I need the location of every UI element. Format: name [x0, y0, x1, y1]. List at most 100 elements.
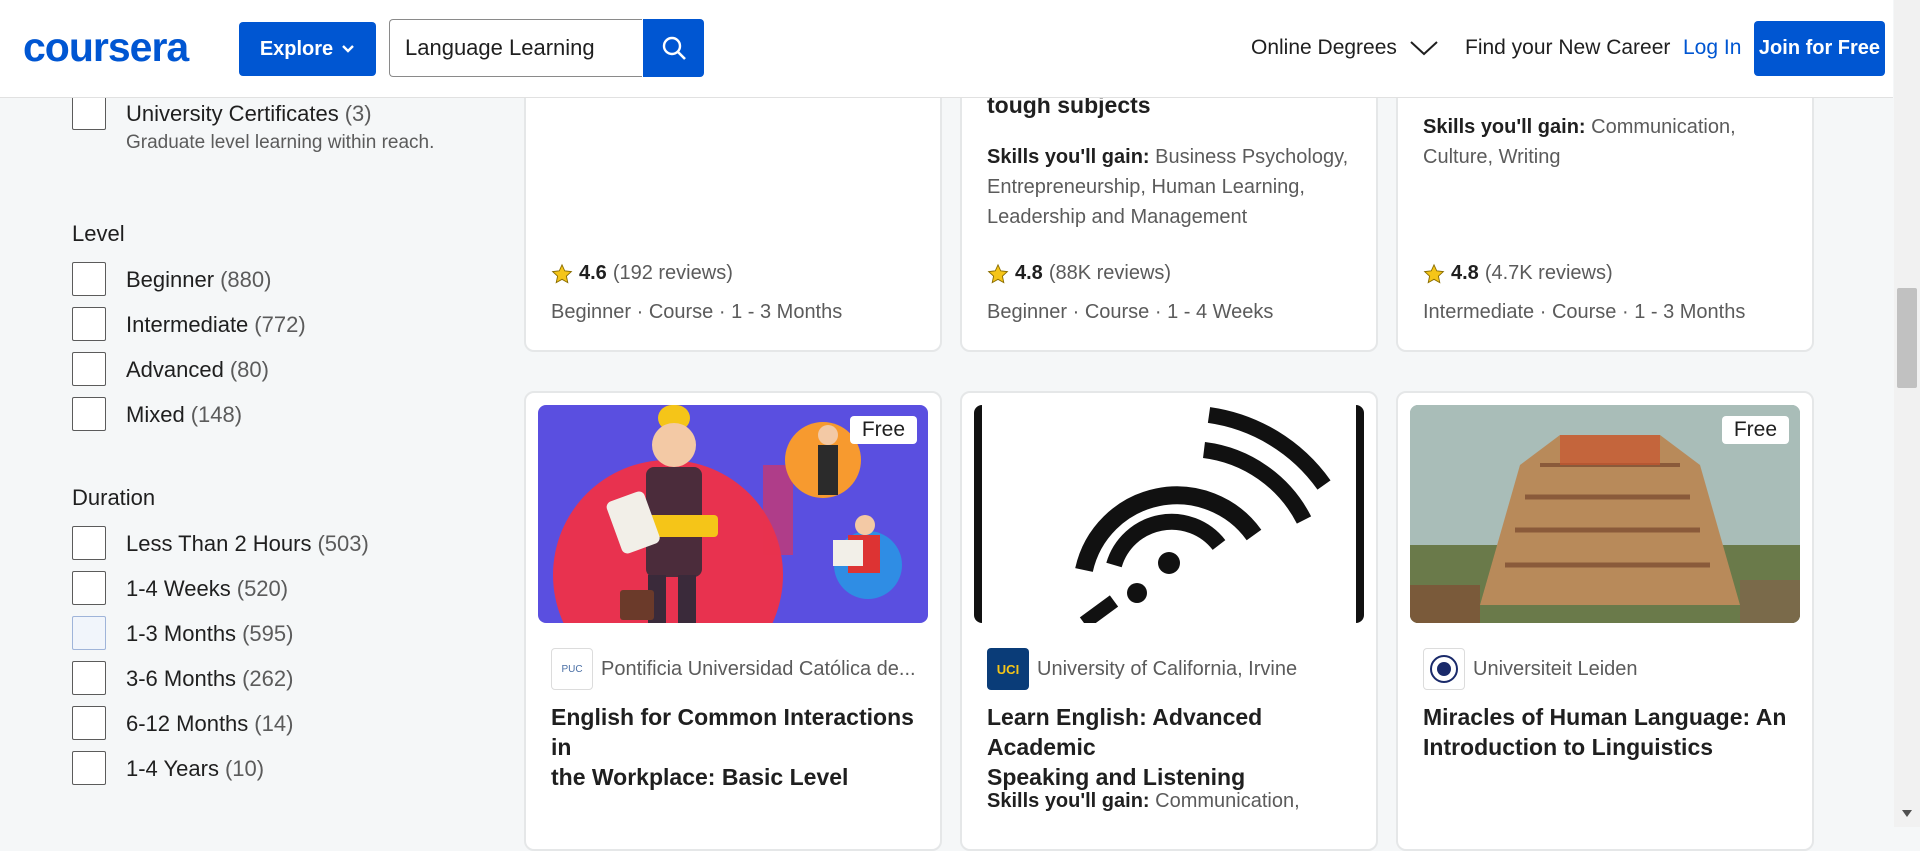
- review-count: (192 reviews): [612, 262, 733, 284]
- scrollbar-thumb[interactable]: [1897, 288, 1917, 388]
- skills-line: Communication,: [1149, 790, 1300, 812]
- option-count: (503): [317, 531, 369, 556]
- skills-text: Skills you'll gain: Business Psychology,…: [987, 142, 1348, 232]
- option-label: Intermediate: [126, 312, 249, 337]
- star-icon: [1423, 263, 1445, 284]
- university-certificates-subtitle: Graduate level learning within reach.: [126, 132, 435, 153]
- skills-line: Entrepreneurship, Human Learning,: [987, 176, 1305, 198]
- option-count: (595): [242, 621, 294, 646]
- partner-info: PUC Pontificia Universidad Católica de..…: [551, 648, 916, 690]
- rating: 4.8 (88K reviews): [987, 262, 1171, 285]
- course-card[interactable]: Free Universiteit Leiden Miracles of Hum…: [1396, 391, 1814, 851]
- university-certificates-checkbox[interactable]: [72, 96, 106, 130]
- partner-logo-text: PUC: [561, 663, 583, 675]
- option-label: Beginner: [126, 267, 215, 292]
- level-beginner-option[interactable]: Beginner (880): [126, 267, 271, 293]
- course-title-line: Learn English: Advanced Academic: [987, 704, 1263, 760]
- duration-1-4-years-option[interactable]: 1-4 Years (10): [126, 756, 264, 782]
- partner-name: Universiteit Leiden: [1473, 657, 1638, 680]
- duration-1-3-months-option[interactable]: 1-3 Months (595): [126, 621, 293, 647]
- partner-logo: UCI: [987, 648, 1029, 690]
- free-badge: Free: [1721, 416, 1789, 444]
- top-header: coursera Explore Online Degrees Find you…: [0, 0, 1893, 98]
- option-count: (14): [254, 711, 294, 736]
- university-certificates-option[interactable]: University Certificates (3): [126, 101, 372, 127]
- duration-less-than-2-hours-checkbox[interactable]: [72, 526, 106, 560]
- course-card[interactable]: tough subjects Skills you'll gain: Busin…: [960, 60, 1378, 352]
- free-badge: Free: [849, 416, 917, 444]
- course-title-line: Introduction to Linguistics: [1423, 734, 1714, 760]
- course-meta: Intermediate · Course · 1 - 3 Months: [1423, 301, 1746, 323]
- duration-6-12-months-checkbox[interactable]: [72, 706, 106, 740]
- duration-6-12-months-option[interactable]: 6-12 Months (14): [126, 711, 293, 737]
- review-count: (88K reviews): [1048, 262, 1172, 284]
- explore-button[interactable]: Explore: [239, 22, 376, 76]
- login-link[interactable]: Log In: [1683, 36, 1741, 60]
- skills-line: Communication,: [1585, 116, 1736, 138]
- level-advanced-checkbox[interactable]: [72, 352, 106, 386]
- level-intermediate-option[interactable]: Intermediate (772): [126, 312, 306, 338]
- search-icon: [662, 36, 686, 60]
- scroll-down-arrow-icon[interactable]: [1901, 808, 1913, 818]
- duration-filter-title: Duration: [72, 485, 156, 510]
- course-card[interactable]: Skills you'll gain: Communication, Cultu…: [1396, 60, 1814, 352]
- option-count: (520): [236, 576, 289, 601]
- option-count: (10): [224, 756, 265, 781]
- listening-signal-icon: [974, 405, 1364, 623]
- duration-1-3-months-checkbox[interactable]: [72, 616, 106, 650]
- online-degrees-label: Online Degrees: [1251, 36, 1397, 59]
- course-title[interactable]: Miracles of Human Language: An Introduct…: [1423, 702, 1786, 762]
- tower-of-babel-painting: Free: [1410, 405, 1800, 623]
- course-title-line: the Workplace: Basic Level: [551, 764, 849, 790]
- skills-label: Skills you'll gain:: [987, 790, 1150, 812]
- partner-logo-text: UCI: [996, 661, 1020, 677]
- star-icon: [987, 263, 1009, 284]
- course-meta: Beginner · Course · 1 - 4 Weeks: [987, 301, 1274, 323]
- option-label: 6-12 Months: [126, 711, 249, 736]
- course-meta: Beginner · Course · 1 - 3 Months: [551, 301, 843, 323]
- level-intermediate-checkbox[interactable]: [72, 307, 106, 341]
- course-card[interactable]: Free PUC Pontificia Universidad Católica…: [524, 391, 942, 851]
- review-count: (4.7K reviews): [1484, 262, 1613, 284]
- duration-3-6-months-option[interactable]: 3-6 Months (262): [126, 666, 293, 692]
- partner-name: University of California, Irvine: [1037, 657, 1298, 680]
- explore-label: Explore: [259, 37, 334, 60]
- coursera-logo[interactable]: coursera: [23, 24, 189, 71]
- find-career-link[interactable]: Find your New Career: [1465, 36, 1670, 60]
- page-scrollbar[interactable]: [1894, 0, 1920, 827]
- option-count: (3): [344, 101, 372, 126]
- course-title[interactable]: English for Common Interactions in the W…: [551, 702, 940, 792]
- partner-info: UCI University of California, Irvine: [987, 648, 1297, 690]
- level-mixed-option[interactable]: Mixed (148): [126, 402, 242, 428]
- option-label: Less Than 2 Hours: [126, 531, 312, 556]
- duration-3-6-months-checkbox[interactable]: [72, 661, 106, 695]
- search-button[interactable]: [643, 19, 704, 77]
- chevron-down-icon: [1410, 41, 1438, 56]
- duration-less-than-2-hours-option[interactable]: Less Than 2 Hours (503): [126, 531, 369, 557]
- partner-info: Universiteit Leiden: [1423, 648, 1638, 690]
- skills-line: Culture, Writing: [1423, 146, 1561, 168]
- duration-1-4-weeks-option[interactable]: 1-4 Weeks (520): [126, 576, 288, 602]
- search-input[interactable]: [389, 19, 642, 77]
- course-title[interactable]: Learn English: Advanced Academic Speakin…: [987, 702, 1376, 792]
- level-advanced-option[interactable]: Advanced (80): [126, 357, 269, 383]
- option-label: 1-3 Months: [126, 621, 237, 646]
- duration-1-4-years-checkbox[interactable]: [72, 751, 106, 785]
- join-for-free-button[interactable]: Join for Free: [1754, 21, 1885, 76]
- online-degrees-menu[interactable]: Online Degrees: [1251, 36, 1439, 60]
- skills-text: Skills you'll gain: Communication,: [987, 786, 1300, 816]
- course-card[interactable]: 4.6 (192 reviews) Beginner · Course · 1 …: [524, 60, 942, 352]
- option-label: University Certificates: [126, 101, 339, 126]
- level-mixed-checkbox[interactable]: [72, 397, 106, 431]
- partner-logo: [1423, 648, 1465, 690]
- duration-1-4-weeks-checkbox[interactable]: [72, 571, 106, 605]
- course-title-line: English for Common Interactions in: [551, 704, 914, 760]
- rating: 4.8 (4.7K reviews): [1423, 262, 1613, 285]
- option-count: (880): [220, 267, 272, 292]
- skills-label: Skills you'll gain:: [987, 146, 1150, 168]
- option-label: 1-4 Weeks: [126, 576, 231, 601]
- option-count: (772): [254, 312, 306, 337]
- course-card[interactable]: UCI University of California, Irvine Lea…: [960, 391, 1378, 851]
- rating-value: 4.8: [1015, 262, 1043, 284]
- level-beginner-checkbox[interactable]: [72, 262, 106, 296]
